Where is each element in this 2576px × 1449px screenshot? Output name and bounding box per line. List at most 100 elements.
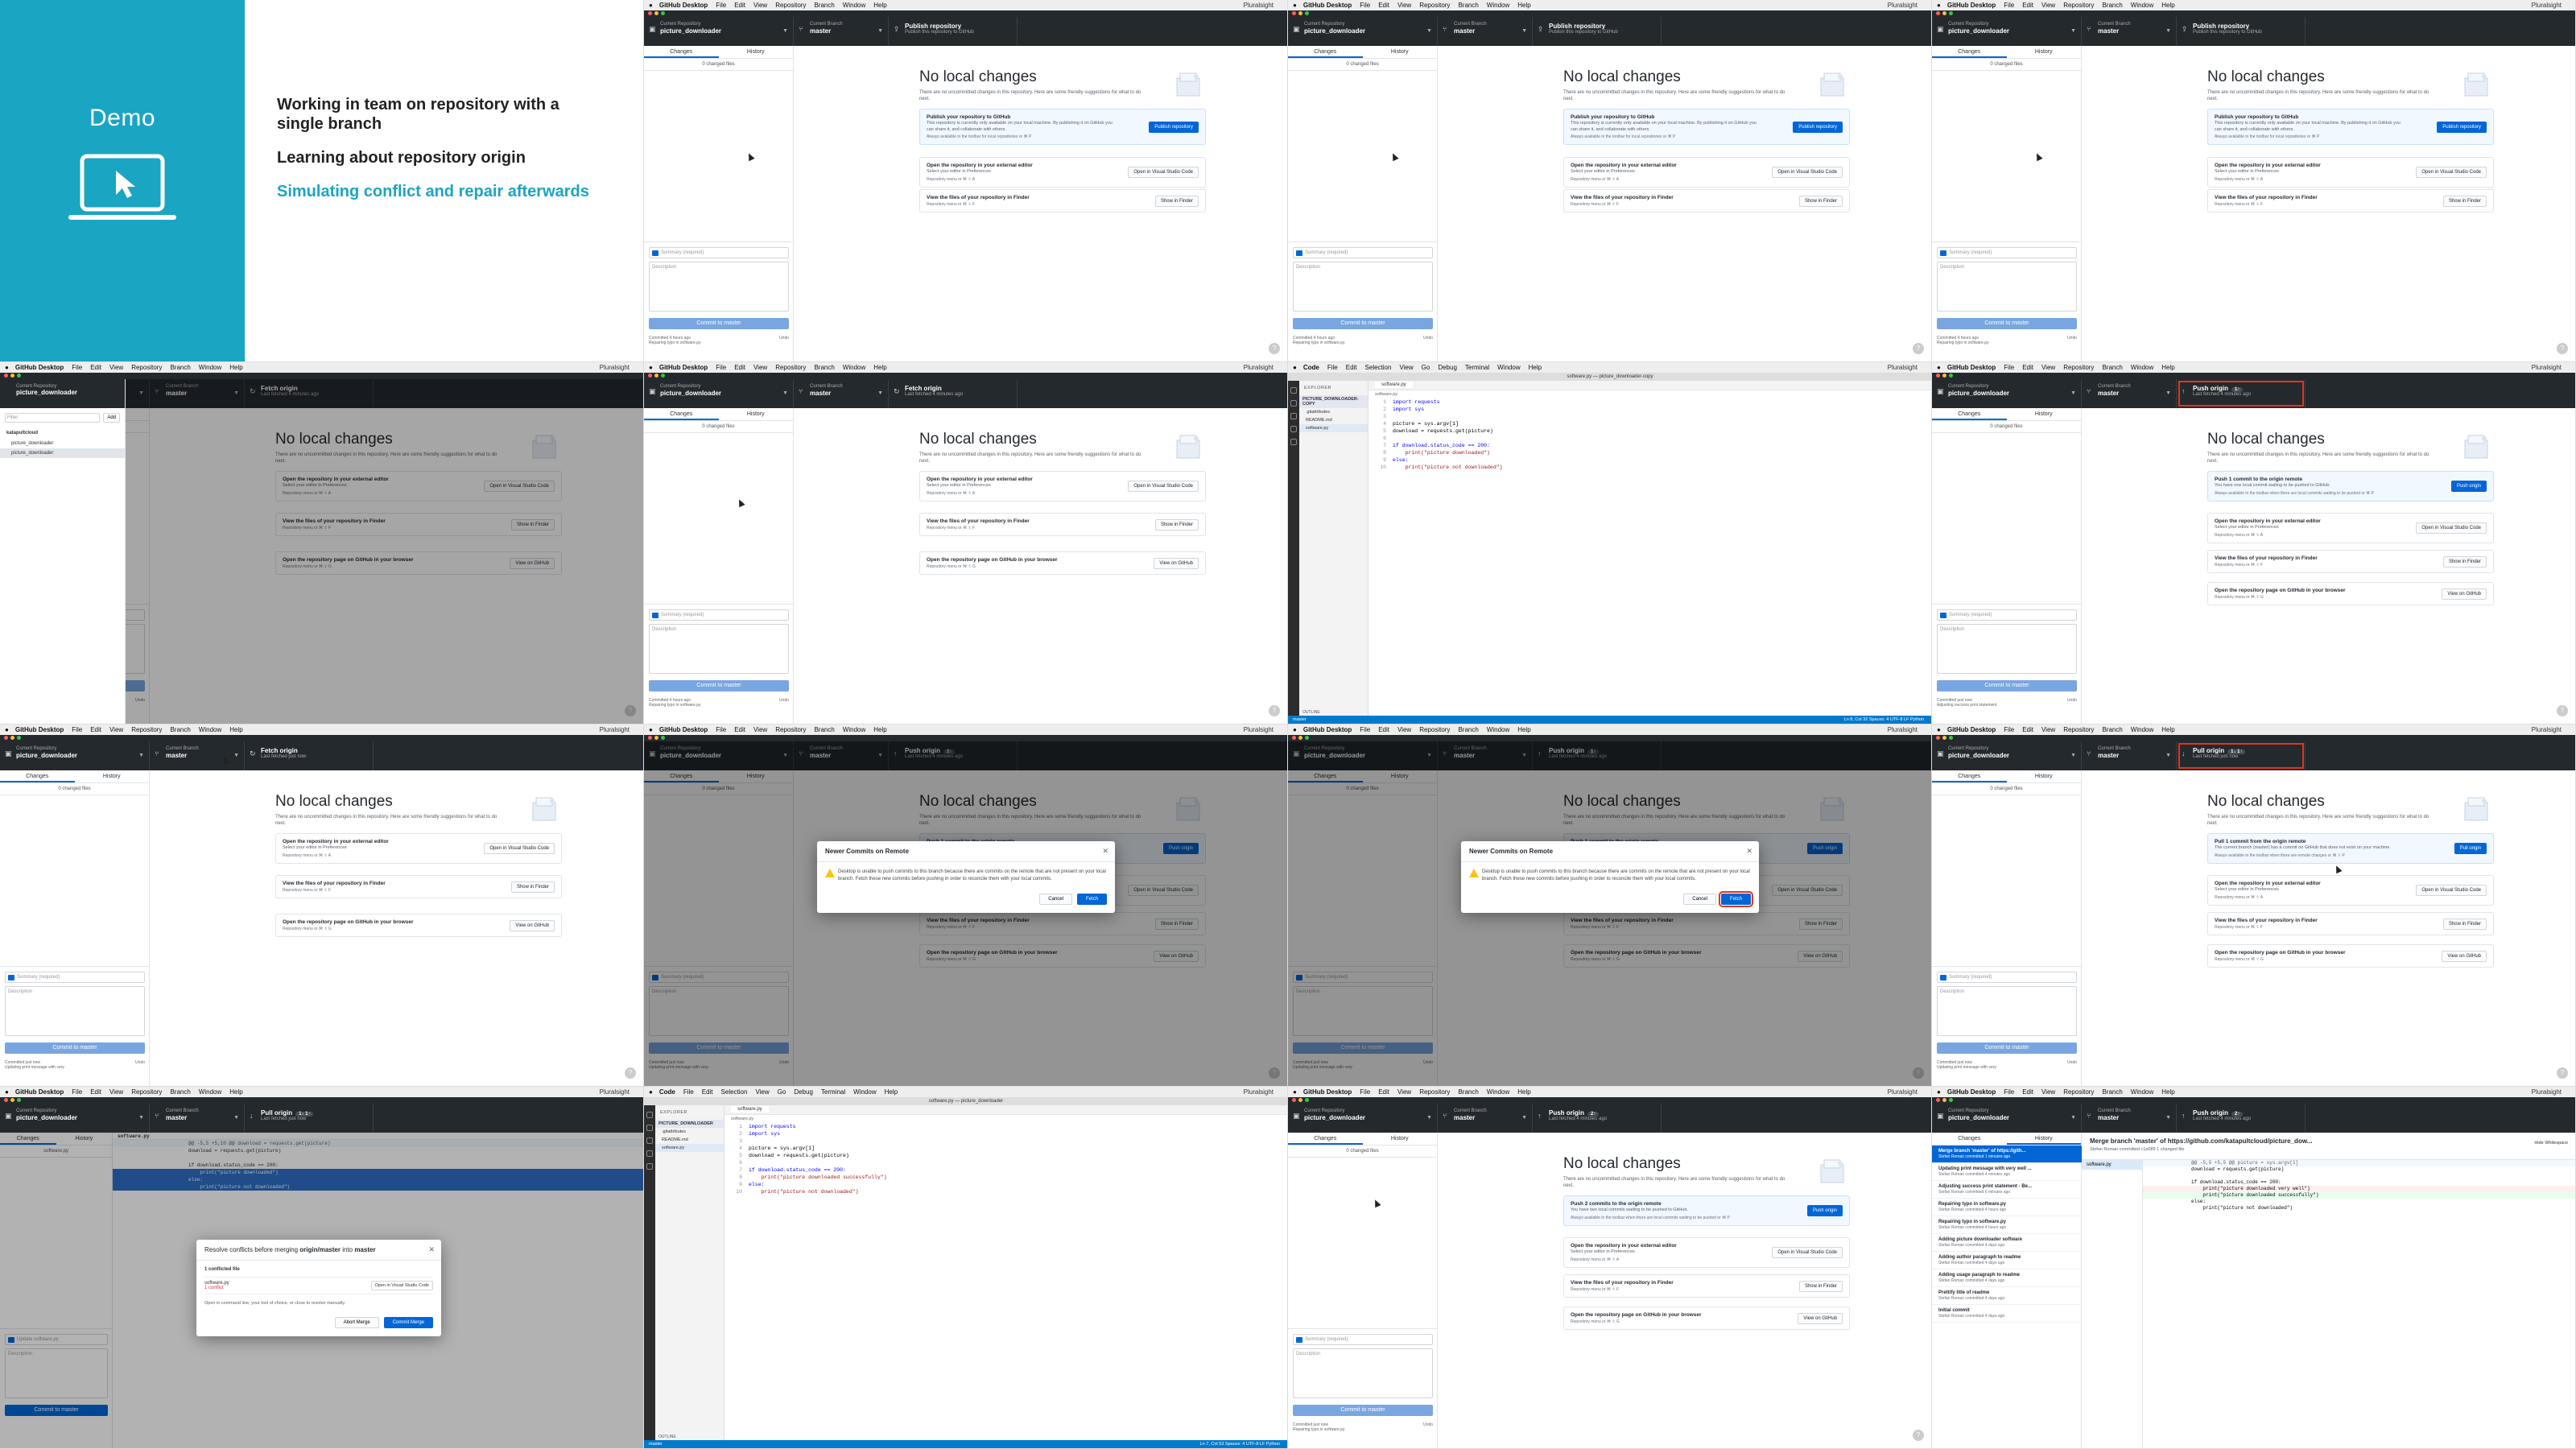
menu-item[interactable]: Edit <box>702 1088 713 1096</box>
explorer-file[interactable]: README.md <box>655 1136 724 1144</box>
show-finder-card-button[interactable]: Show in Finder <box>2442 555 2487 568</box>
apple-icon[interactable]: ● <box>1293 2 1297 9</box>
menu-item[interactable]: File <box>716 2 726 9</box>
commit-summary-input[interactable]: Summary (required) <box>649 609 789 621</box>
menu-item[interactable]: Window <box>1497 364 1520 371</box>
cancel-button[interactable]: Cancel <box>1683 894 1716 906</box>
menu-item[interactable]: Edit <box>2022 364 2033 371</box>
code-editor[interactable]: 1 import requests 2 import sys 3 4 picture = s… <box>724 1123 1287 1195</box>
menu-item[interactable]: File <box>716 726 726 733</box>
apple-icon[interactable]: ● <box>649 2 653 9</box>
tab-changes[interactable]: Changes <box>1932 408 2007 420</box>
window-control-icon[interactable] <box>17 374 21 378</box>
menu-item[interactable]: Help <box>1517 726 1530 733</box>
menu-item[interactable]: File <box>1360 726 1370 733</box>
menu-item[interactable]: File <box>2004 726 2014 733</box>
commit-summary-input[interactable]: Summary (required) <box>649 247 789 258</box>
tab-changes[interactable]: Changes <box>644 46 719 58</box>
commit-list-item[interactable]: Adding picture downloader software Stefan… <box>1932 1234 2082 1252</box>
help-icon[interactable]: ? <box>2557 1067 2568 1079</box>
menu-item[interactable]: View <box>1397 2 1411 9</box>
menu-item[interactable]: Help <box>1517 2 1530 9</box>
commit-list-item[interactable]: Adding usage paragraph to readme Stefan R… <box>1932 1269 2082 1287</box>
window-control-icon[interactable] <box>1292 1098 1296 1102</box>
menu-item[interactable]: View <box>1399 364 1413 371</box>
menu-app-name[interactable]: GitHub Desktop <box>1303 726 1352 733</box>
menu-item[interactable]: Window <box>2131 1088 2153 1096</box>
close-icon[interactable]: ✕ <box>1746 847 1752 856</box>
menu-item[interactable]: Repository <box>1419 726 1450 733</box>
menu-item[interactable]: Edit <box>90 364 101 371</box>
current-repository-button[interactable]: ▣ Current Repositorypicture_downloader ▼ <box>1932 17 2082 46</box>
menu-item[interactable]: Repository <box>775 364 806 371</box>
commit-list-item[interactable]: Updating print message with very well ..… <box>1932 1163 2082 1181</box>
tab-history[interactable]: History <box>2007 770 2082 782</box>
files-icon[interactable] <box>646 1112 653 1118</box>
close-icon[interactable]: ✕ <box>428 1245 435 1254</box>
window-control-icon[interactable] <box>1305 1098 1309 1102</box>
source-control-icon[interactable] <box>1290 413 1297 419</box>
menu-item[interactable]: Repository <box>131 364 162 371</box>
menu-item[interactable]: Help <box>873 364 886 371</box>
window-control-icon[interactable] <box>1292 736 1296 740</box>
view-github-card-button[interactable]: View on GitHub <box>2442 588 2487 600</box>
tab-history[interactable]: History <box>1363 46 1438 58</box>
menu-item[interactable]: Window <box>843 2 865 9</box>
menu-item[interactable]: Window <box>843 364 865 371</box>
commit-summary-input[interactable]: Summary (required) <box>1937 247 2077 258</box>
menu-app-name[interactable]: Code <box>1303 364 1319 371</box>
window-control-icon[interactable] <box>654 11 658 15</box>
menu-app-name[interactable]: GitHub Desktop <box>659 2 708 9</box>
menu-item[interactable]: Branch <box>170 364 190 371</box>
menu-item[interactable]: Help <box>2161 2 2174 9</box>
debug-icon[interactable] <box>646 1150 653 1157</box>
fetch-origin-button[interactable]: ↻ Fetch origin Last fetched 4 minutes ago <box>889 379 1018 408</box>
current-branch-button[interactable]: ⑂ Current Branch master ▼ <box>150 741 245 770</box>
publish-repository-button[interactable]: ⇪ Publish repository Publish this reposito… <box>2177 17 2306 46</box>
commit-list-item[interactable]: Repairing typo in software.py Stefan Roma… <box>1932 1199 2082 1216</box>
window-control-icon[interactable] <box>654 736 658 740</box>
push-origin-button[interactable]: ↑ Push origin 1↑ Last fetched 4 minutes ago <box>2177 379 2306 408</box>
commit-button[interactable]: Commit to master <box>1293 1405 1433 1416</box>
commit-summary-input[interactable]: Summary (required) <box>5 972 145 983</box>
menu-item[interactable]: Window <box>1487 726 1509 733</box>
tab-history[interactable]: History <box>2006 1133 2081 1145</box>
undo-button[interactable]: Undo <box>1423 336 1433 345</box>
repo-list-item[interactable]: picture_downloader <box>0 448 125 458</box>
menu-item[interactable]: View <box>109 1088 123 1096</box>
pull-origin-button[interactable]: ↓ Pull origin 1↓ 1↑ Last fetched just now <box>2177 741 2306 770</box>
menu-item[interactable]: Branch <box>1458 726 1478 733</box>
fetch-origin-button[interactable]: ↻ Fetch origin Last fetched just now <box>245 741 374 770</box>
commit-description-input[interactable]: Description <box>649 262 789 312</box>
menu-item[interactable]: View <box>2041 364 2055 371</box>
menu-item[interactable]: View <box>753 2 767 9</box>
current-branch-button[interactable]: ⑂ Current Branch master ▼ <box>1438 1104 1533 1133</box>
extensions-icon[interactable] <box>1290 439 1297 445</box>
current-repository-button[interactable]: ▣ Current Repositorypicture_downloader ▼ <box>1288 1104 1438 1133</box>
menu-item[interactable]: View <box>109 726 123 733</box>
menu-app-name[interactable]: GitHub Desktop <box>1947 1088 1996 1096</box>
editor-tab-label[interactable]: software.py <box>1375 382 1413 388</box>
source-control-icon[interactable] <box>646 1137 653 1144</box>
apple-icon[interactable]: ● <box>649 364 653 371</box>
current-repository-button[interactable]: ▣ Current Repositorypicture_downloader ▼ <box>1288 17 1438 46</box>
commit-merge-button[interactable]: Commit Merge <box>383 1317 433 1328</box>
project-folder[interactable]: PICTURE_DOWNLOADER-COPY <box>1299 395 1368 408</box>
menu-item[interactable]: File <box>2004 1088 2014 1096</box>
menu-item[interactable]: Repository <box>131 1088 162 1096</box>
window-control-icon[interactable] <box>10 736 14 740</box>
tab-history[interactable]: History <box>719 46 794 58</box>
menu-item[interactable]: Help <box>873 2 886 9</box>
fetch-button[interactable]: Fetch <box>1718 891 1754 908</box>
menu-item[interactable]: Repository <box>2063 364 2094 371</box>
window-control-icon[interactable] <box>10 1098 14 1102</box>
menu-item[interactable]: Edit <box>2022 1088 2033 1096</box>
menu-item[interactable]: Repository <box>1419 2 1450 9</box>
editor-tab[interactable]: software.py <box>724 1105 1287 1115</box>
menu-item[interactable]: Terminal <box>821 1088 845 1096</box>
abort-merge-button[interactable]: Abort Merge <box>334 1317 379 1328</box>
commit-description-input[interactable]: Description <box>1937 986 2077 1036</box>
commit-description-input[interactable]: Description <box>1293 262 1433 312</box>
window-control-icon[interactable] <box>1942 374 1946 378</box>
extensions-icon[interactable] <box>646 1163 653 1170</box>
